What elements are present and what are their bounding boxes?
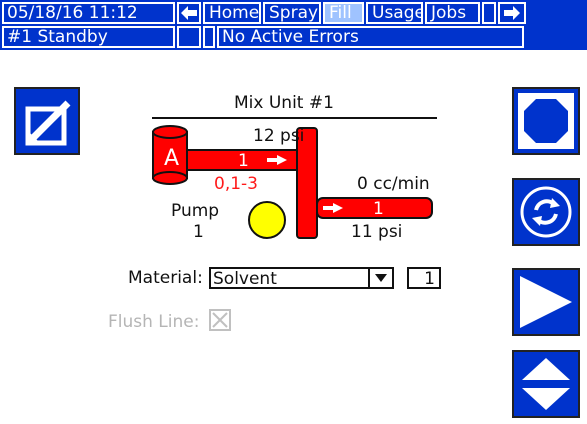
edit-checkbox-icon	[25, 100, 71, 146]
tab-home[interactable]: Home	[203, 2, 261, 24]
status-spacer-1	[177, 26, 201, 48]
outlet-arrow-shaft	[323, 206, 335, 210]
datetime: 05/18/16 11:12	[2, 2, 175, 24]
status-spacer-2	[203, 26, 215, 48]
back-button[interactable]	[177, 2, 201, 24]
mix-unit-title: Mix Unit #1	[234, 93, 334, 113]
flow-rate: 0 cc/min	[357, 174, 430, 194]
tank-label: A	[164, 146, 180, 171]
pump-icon	[248, 201, 286, 239]
pump-label: Pump	[171, 201, 220, 221]
material-select[interactable]: Solvent	[209, 267, 394, 289]
refresh-button[interactable]	[512, 178, 580, 246]
outlet-pressure: 11 psi	[351, 222, 403, 242]
status-text: #1 Standby	[2, 26, 175, 48]
inlet-pressure: 12 psi	[253, 126, 305, 146]
material-label: Material:	[128, 268, 203, 288]
refresh-cycle-icon	[520, 186, 572, 238]
edit-button[interactable]	[14, 87, 80, 155]
tab-fill[interactable]: Fill	[323, 2, 364, 24]
dropdown-button[interactable]	[368, 269, 392, 287]
flush-line-label: Flush Line:	[108, 312, 200, 332]
arrow-right-icon	[504, 6, 520, 20]
top-bar: 05/18/16 11:12 Home Spray Fill Usage Job…	[0, 0, 587, 26]
material-number: 1	[424, 269, 435, 289]
chevron-down-icon	[375, 274, 387, 282]
material-value: Solvent	[213, 269, 277, 289]
stop-button[interactable]	[512, 87, 580, 155]
arrow-left-icon	[181, 6, 197, 20]
checkbox-x-icon	[212, 312, 228, 328]
tab-usage[interactable]: Usage	[366, 2, 423, 24]
header-spacer	[482, 2, 496, 24]
tab-jobs[interactable]: Jobs	[425, 2, 480, 24]
inlet-range: 0,1-3	[214, 174, 258, 194]
tab-spray[interactable]: Spray	[263, 2, 321, 24]
errors-text: No Active Errors	[217, 26, 524, 48]
play-button[interactable]	[512, 268, 580, 336]
inlet-arrow-shaft	[267, 158, 279, 162]
play-icon	[520, 276, 572, 328]
stop-octagon-icon	[518, 93, 574, 149]
flush-line-checkbox[interactable]	[209, 309, 231, 331]
up-down-button[interactable]	[512, 350, 580, 418]
pump-number: 1	[193, 222, 204, 242]
up-down-icon	[522, 358, 570, 410]
inlet-value: 1	[238, 151, 249, 171]
forward-button[interactable]	[498, 2, 526, 24]
outlet-value: 1	[373, 199, 384, 219]
status-bar: #1 Standby No Active Errors	[0, 26, 587, 50]
material-number-field[interactable]: 1	[407, 267, 441, 289]
